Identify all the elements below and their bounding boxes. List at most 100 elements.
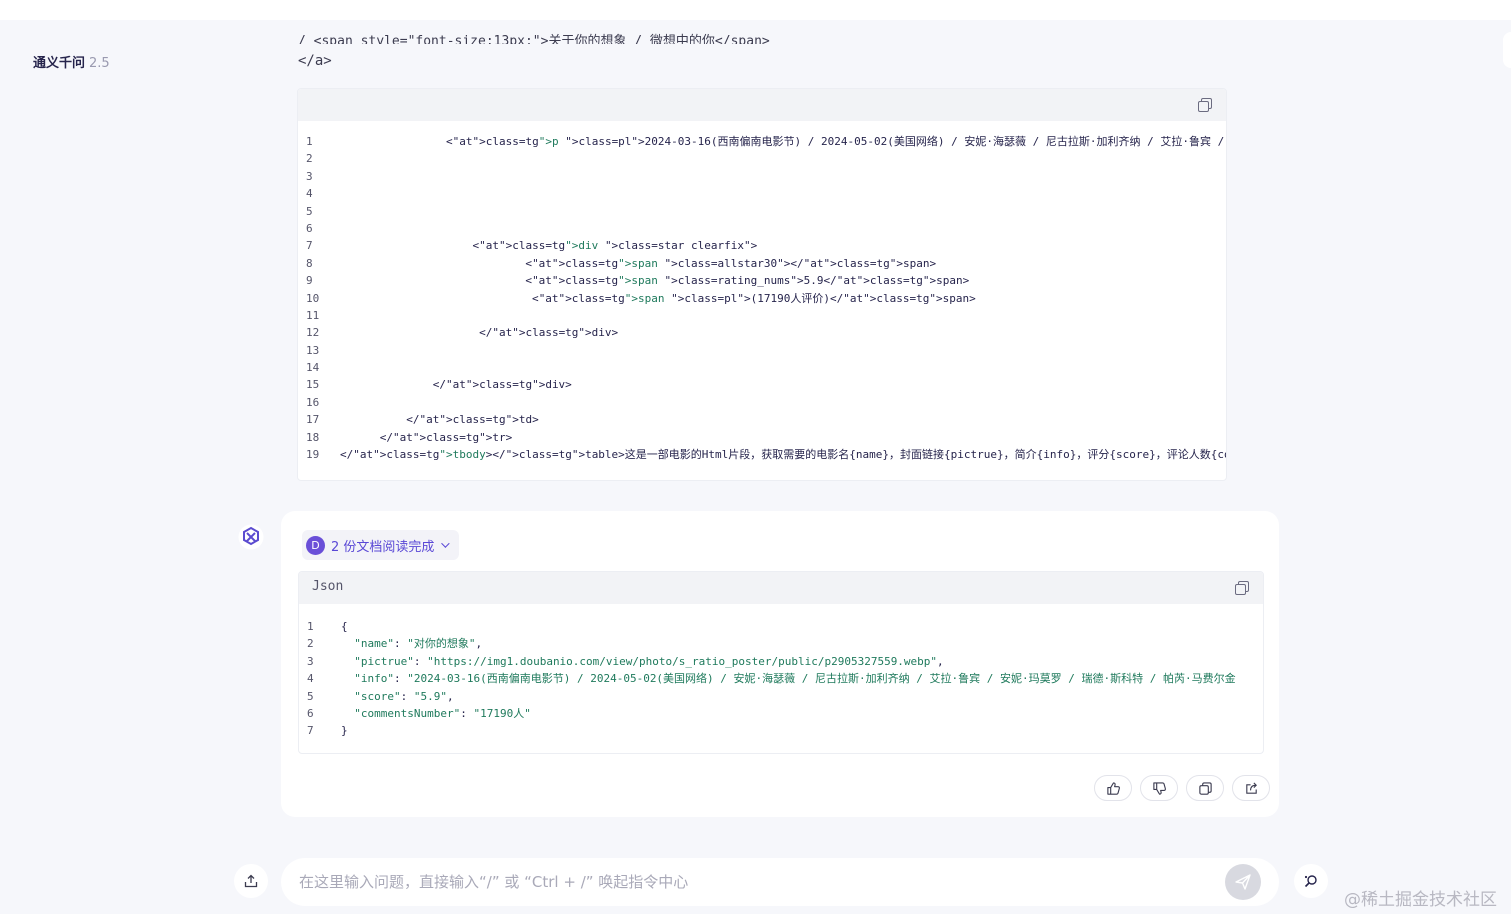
line-number: 18 [306,430,320,444]
watermark: @稀土掘金技术社区 [1344,890,1497,910]
line-number: 10 [306,291,320,305]
html-code-line: 12 </"at">class=tg">div> [298,324,1226,341]
line-number: 5 [306,204,313,218]
upload-button[interactable] [234,864,268,898]
json-block-header: Json [299,572,1263,604]
json-code-block: Json 1{2 "name": "对你的想象", 3 "pictrue": "h… [298,571,1264,754]
code-text: "info": "2024-03-16(西南偏南电影节) / 2024-05-0… [354,672,1236,686]
json-code-line: 6 "commentsNumber": "17190人" [299,705,1263,722]
line-number: 19 [306,448,320,462]
code-text: } [341,724,348,738]
line-number: 1 [306,135,313,148]
sparkle-search-icon [1304,875,1317,888]
line-number: 4 [306,187,313,201]
line-number: 2 [306,152,313,166]
copy-icon [1198,781,1212,795]
instruction-center-button[interactable] [1294,864,1328,898]
line-number: 3 [307,654,314,668]
app-name: 通义千问 [33,56,86,71]
previous-message-cut-line: / <span style="font-size:13px;">关于你的想象 /… [298,34,770,44]
html-code-line: 1 <"at">class=tg">p ">class=pl">2024-03-… [298,133,1226,150]
html-code-line: 19 </"at">class=tg">tbody></">class=tg">t… [298,446,1226,463]
line-number: 7 [307,724,314,738]
send-icon [1235,874,1251,890]
code-text: <"at">class=tg">span ">class=rating_nums… [340,274,970,288]
line-number: 4 [307,672,314,686]
code-text: "name": "对你的想象", [354,637,483,651]
html-code-line: 17 </"at">class=tg">td> [298,411,1226,428]
json-code-line: 3 "pictrue": "https://img1.doubanio.com/… [299,653,1263,670]
code-text: <"at">class=tg">p ">class=pl">2024-03-16… [340,135,1225,148]
line-number: 3 [306,169,313,183]
share-icon [1245,781,1257,794]
chevron-down-icon [441,539,451,548]
html-code-line: 11 [298,307,1226,324]
html-code-line: 4 [298,185,1226,202]
code-block-header [298,89,1226,121]
line-number: 2 [307,637,314,651]
answer-actions [1094,775,1270,801]
line-number: 6 [307,706,314,720]
code-text: </"at">class=tg">td> [340,413,539,427]
chat-input[interactable] [299,858,1229,906]
json-code-line: 1{ [299,618,1263,635]
code-text: <"at">class=tg">div ">class=star clearfi… [340,239,758,253]
send-button[interactable] [1225,864,1261,900]
scroll-edge [1503,32,1511,68]
line-number: 13 [306,343,320,357]
copy-answer-button[interactable] [1186,775,1224,801]
code-text: { [341,620,348,633]
line-number: 11 [306,308,320,322]
html-code-line: 5 [298,203,1226,220]
assistant-avatar [238,524,264,550]
html-code-line: 3 [298,168,1226,185]
share-button[interactable] [1232,775,1270,801]
copy-icon[interactable] [1235,581,1249,595]
html-code-line: 14 [298,359,1226,376]
line-number: 12 [306,326,320,340]
like-button[interactable] [1094,775,1132,801]
doc-status-label: 2 份文档阅读完成 [331,539,435,555]
html-code-line: 13 [298,342,1226,359]
html-code-line: 9 <"at">class=tg">span ">class=rating_nu… [298,272,1226,289]
html-code-line: 6 [298,220,1226,237]
code-text: </"at">class=tg">div> [340,326,619,340]
html-code-line: 10 <"at">class=tg">span ">class=pl">(171… [298,290,1226,307]
line-number: 17 [306,413,320,427]
code-text: </"at">class=tg">tbody></">class=tg">tab… [340,448,1226,462]
dislike-button[interactable] [1140,775,1178,801]
doc-badge: D [306,535,325,555]
code-text: <"at">class=tg">span ">class=pl">(17190人… [340,291,976,305]
html-code-line: 18 </"at">class=tg">tr> [298,429,1226,446]
code-language-label: Json [312,579,344,594]
top-bar [0,0,1511,20]
json-code-line: 2 "name": "对你的想象", [299,635,1263,652]
copy-icon[interactable] [1198,98,1212,112]
line-number: 1 [307,620,314,633]
html-code-line: 15 </"at">class=tg">div> [298,376,1226,393]
line-number: 15 [306,378,320,392]
code-text: "commentsNumber": "17190人" [354,706,531,720]
thumbs-down-icon [1152,781,1166,795]
app-brand: 通义千问 2.5 [33,52,110,71]
line-number: 8 [306,256,313,270]
upload-icon [244,874,258,888]
html-code-line: 16 [298,394,1226,411]
doc-status-chip[interactable]: D 2 份文档阅读完成 [302,530,460,560]
json-code-body: 1{2 "name": "对你的想象", 3 "pictrue": "https:… [299,604,1263,740]
code-text: </"at">class=tg">div> [340,378,572,392]
html-code-body: 1 <"at">class=tg">p ">class=pl">2024-03-… [298,121,1226,463]
code-text: "score": "5.9", [354,689,454,703]
thumbs-up-icon [1106,781,1120,795]
app-version: 2.5 [89,56,110,71]
line-number: 7 [306,239,313,253]
line-number: 9 [306,274,313,288]
code-text: "pictrue": "https://img1.doubanio.com/vi… [354,654,944,668]
code-text: <"at">class=tg">span ">class=allstar30">… [340,256,937,270]
json-code-line: 7} [299,722,1263,739]
line-number: 6 [306,221,313,235]
html-code-line: 8 <"at">class=tg">span ">class=allstar30… [298,255,1226,272]
previous-message-closing-tag: </a> [298,53,332,69]
chat-input-box [281,858,1279,906]
line-number: 5 [307,689,314,703]
